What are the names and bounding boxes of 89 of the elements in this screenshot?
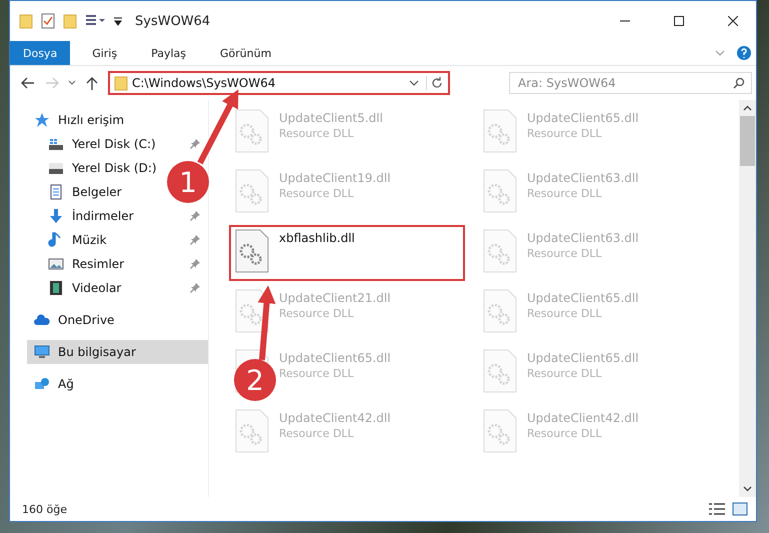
dll-file-icon bbox=[483, 109, 517, 153]
sidebar-item[interactable]: Yerel Disk (D:) bbox=[10, 156, 165, 180]
video-icon bbox=[48, 280, 64, 296]
pin-icon[interactable] bbox=[190, 211, 200, 221]
document-icon bbox=[48, 184, 64, 200]
arrow-up-icon bbox=[86, 76, 98, 90]
window-title: SysWOW64 bbox=[135, 14, 212, 28]
dll-file-icon bbox=[483, 349, 517, 393]
file-name: UpdateClient65.dll bbox=[527, 291, 639, 305]
file-name: UpdateClient42.dll bbox=[527, 411, 639, 425]
file-name: UpdateClient19.dll bbox=[279, 171, 391, 185]
file-type: Resource DLL bbox=[527, 427, 603, 440]
file-name: UpdateClient65.dll bbox=[279, 351, 391, 365]
file-type: Resource DLL bbox=[279, 127, 355, 140]
dll-file-icon bbox=[483, 289, 517, 333]
search-box[interactable]: Ara: SysWOW64 bbox=[509, 72, 752, 94]
file-name: UpdateClient65.dll bbox=[527, 111, 639, 125]
download-icon bbox=[48, 208, 64, 224]
sidebar-item[interactable]: Videolar bbox=[10, 276, 208, 300]
sidebar-item[interactable]: OneDrive bbox=[10, 308, 122, 332]
sidebar-item[interactable]: İndirmeler bbox=[10, 204, 208, 228]
sidebar-item[interactable]: Resimler bbox=[10, 252, 208, 276]
file-type: Resource DLL bbox=[527, 187, 603, 200]
star-icon bbox=[34, 112, 50, 128]
highlighted-file-item[interactable]: xbflashlib.dll bbox=[229, 225, 465, 281]
arrow-right-icon bbox=[45, 77, 59, 89]
refresh-icon[interactable] bbox=[426, 76, 444, 90]
file-name: UpdateClient5.dll bbox=[279, 111, 383, 125]
dll-file-icon bbox=[235, 289, 269, 333]
dll-file-icon bbox=[483, 169, 517, 213]
pin-icon[interactable] bbox=[190, 139, 200, 149]
dll-file-icon bbox=[235, 229, 269, 273]
close-icon bbox=[728, 16, 738, 26]
computer-icon bbox=[34, 344, 50, 360]
dll-file-icon bbox=[235, 109, 269, 153]
file-name: UpdateClient21.dll bbox=[279, 291, 391, 305]
file-type: Resource DLL bbox=[527, 247, 603, 260]
dll-file-icon bbox=[483, 409, 517, 453]
folder-icon bbox=[114, 75, 128, 91]
file-type: Resource DLL bbox=[279, 427, 355, 440]
sidebar-item[interactable]: Hızlı erişim bbox=[10, 108, 132, 132]
systemdrive-icon bbox=[48, 136, 64, 152]
pin-icon[interactable] bbox=[190, 283, 200, 293]
sidebar-item[interactable]: Belgeler bbox=[10, 180, 130, 204]
sidebar-item[interactable]: Müzik bbox=[10, 228, 208, 252]
file-name: UpdateClient63.dll bbox=[527, 231, 639, 245]
file-type: Resource DLL bbox=[527, 367, 603, 380]
ribbon-tab[interactable]: Paylaş bbox=[137, 41, 200, 65]
chevron-down-icon bbox=[743, 486, 752, 492]
chevron-down-icon bbox=[68, 80, 76, 86]
view-list-icon[interactable] bbox=[85, 14, 105, 28]
address-bar[interactable]: C:\Windows\SysWOW64 bbox=[108, 71, 450, 95]
file-name: xbflashlib.dll bbox=[279, 231, 355, 245]
ribbon-tab[interactable]: Giriş bbox=[78, 41, 132, 65]
file-type: Resource DLL bbox=[279, 307, 355, 320]
dll-file-icon bbox=[235, 169, 269, 213]
scrollbar[interactable] bbox=[739, 100, 756, 497]
file-type: Resource DLL bbox=[527, 127, 603, 140]
arrow-left-icon bbox=[21, 77, 35, 89]
drive-icon bbox=[48, 160, 64, 176]
scroll-thumb[interactable] bbox=[740, 116, 755, 166]
file-type: Resource DLL bbox=[279, 187, 355, 200]
file-name: UpdateClient63.dll bbox=[527, 171, 639, 185]
sidebar-item[interactable]: Yerel Disk (C:) bbox=[10, 132, 208, 156]
file-type: Resource DLL bbox=[527, 307, 603, 320]
file-name: UpdateClient42.dll bbox=[279, 411, 391, 425]
maximize-icon bbox=[674, 16, 684, 26]
search-icon bbox=[733, 77, 745, 89]
item-count: 160 öğe bbox=[22, 502, 67, 516]
file-type: Resource DLL bbox=[279, 367, 355, 380]
file-name: UpdateClient65.dll bbox=[527, 351, 639, 365]
dropdown-icon[interactable] bbox=[113, 16, 123, 26]
chevron-up-icon bbox=[743, 105, 752, 111]
picture-icon bbox=[48, 256, 64, 272]
sidebar-item[interactable]: Ağ bbox=[10, 372, 82, 396]
large-icons-view-icon[interactable] bbox=[732, 502, 748, 516]
file-menu-tab[interactable]: Dosya bbox=[10, 41, 70, 65]
pin-icon[interactable] bbox=[190, 259, 200, 269]
sidebar-item[interactable]: Bu bilgisayar bbox=[27, 340, 208, 364]
network-icon bbox=[34, 376, 50, 392]
numbered-badge: 2 bbox=[234, 359, 276, 401]
dll-file-icon bbox=[483, 229, 517, 273]
checklist-icon[interactable] bbox=[41, 13, 55, 29]
pin-icon[interactable] bbox=[190, 235, 200, 245]
numbered-badge: 1 bbox=[167, 161, 209, 203]
cloud-icon bbox=[34, 312, 50, 328]
details-view-icon[interactable] bbox=[708, 502, 726, 516]
dll-file-icon bbox=[235, 409, 269, 453]
ribbon-tab[interactable]: Görünüm bbox=[206, 41, 286, 65]
